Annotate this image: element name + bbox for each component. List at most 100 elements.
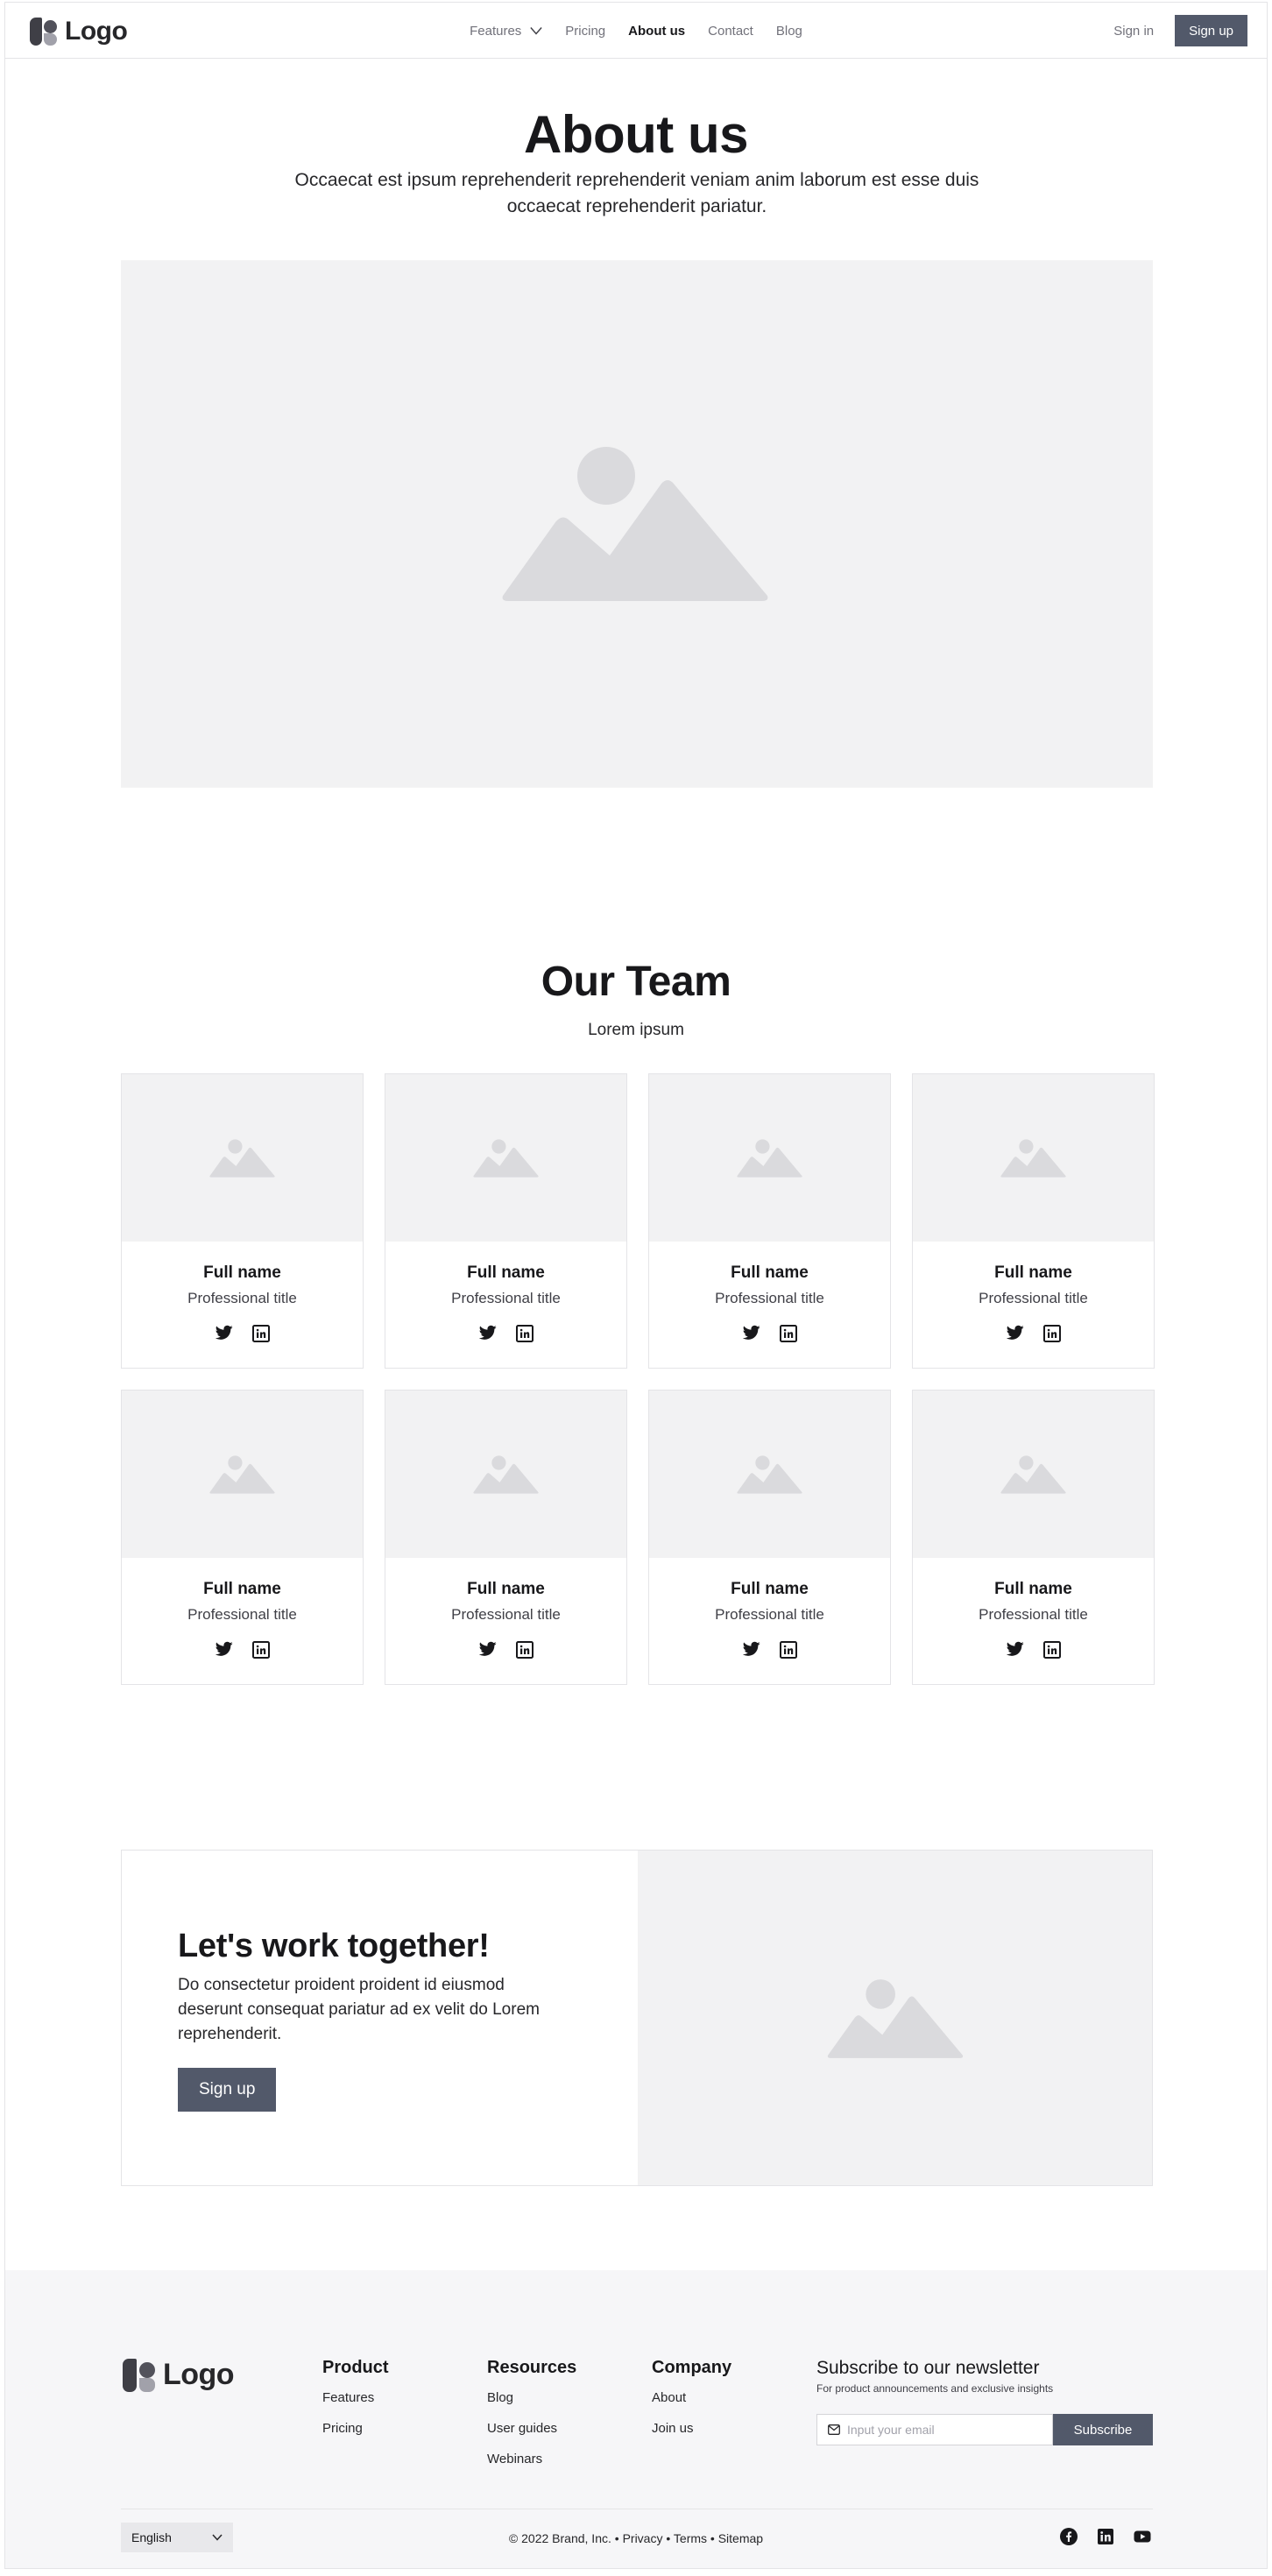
image-placeholder-icon: [1000, 1138, 1066, 1178]
linkedin-icon[interactable]: [251, 1641, 270, 1659]
team-title: Our Team: [541, 959, 731, 1005]
twitter-icon[interactable]: [742, 1325, 760, 1342]
nav-link-about-label: About us: [628, 23, 686, 39]
cta-sign-up-button[interactable]: Sign up: [178, 2068, 277, 2112]
team-member-card: Full name Professional title: [121, 1073, 364, 1369]
team-member-social-links: [649, 1641, 890, 1659]
footer-link-user-guides[interactable]: User guides: [487, 2421, 576, 2436]
hero-image: [121, 260, 1153, 788]
footer-heading: Company: [652, 2358, 732, 2377]
newsletter-form: Subscribe: [816, 2414, 1153, 2445]
linkedin-icon[interactable]: [515, 1325, 534, 1342]
team-member-photo: [385, 1074, 626, 1242]
nav-actions: Sign in Sign up: [1113, 15, 1247, 46]
separator: •: [614, 2531, 619, 2545]
image-placeholder-icon: [472, 1454, 539, 1494]
sign-in-link[interactable]: Sign in: [1113, 24, 1154, 39]
nav-link-pricing[interactable]: Pricing: [565, 24, 605, 39]
linkedin-icon[interactable]: [779, 1641, 797, 1659]
nav-link-contact[interactable]: Contact: [708, 24, 753, 39]
nav-link-about-us[interactable]: About us: [628, 24, 685, 39]
facebook-icon[interactable]: [1060, 2528, 1078, 2545]
team-member-title: Professional title: [451, 1606, 561, 1623]
footer-link-pricing[interactable]: Pricing: [322, 2421, 389, 2436]
privacy-link[interactable]: Privacy: [623, 2531, 663, 2545]
page-title: About us: [524, 105, 748, 164]
footer-logo[interactable]: Logo: [123, 2358, 235, 2392]
team-member-title: Professional title: [979, 1290, 1088, 1306]
linkedin-icon[interactable]: [515, 1641, 534, 1659]
team-member-social-links: [122, 1641, 363, 1659]
subscribe-button[interactable]: Subscribe: [1053, 2414, 1153, 2445]
twitter-icon[interactable]: [478, 1325, 497, 1342]
newsletter: Subscribe to our newsletter For product …: [816, 2358, 1153, 2445]
nav-link-blog[interactable]: Blog: [776, 24, 802, 39]
image-placeholder-icon: [1000, 1454, 1066, 1494]
twitter-icon[interactable]: [742, 1641, 760, 1659]
footer-logo-text: Logo: [163, 2358, 235, 2391]
image-placeholder-icon: [208, 1138, 275, 1178]
youtube-icon[interactable]: [1134, 2528, 1151, 2545]
image-placeholder-icon: [502, 447, 768, 601]
twitter-icon[interactable]: [1006, 1641, 1024, 1659]
chevron-down-icon: [530, 27, 542, 35]
team-member-card: Full name Professional title: [912, 1073, 1155, 1369]
nav-sign-up-button[interactable]: Sign up: [1175, 15, 1247, 46]
team-member-name: Full name: [203, 1263, 281, 1282]
linkedin-icon[interactable]: [251, 1325, 270, 1342]
team-member-photo: [122, 1074, 363, 1242]
page-subtitle: Occaecat est ipsum reprehenderit reprehe…: [294, 170, 979, 216]
nav-link-features[interactable]: Features: [470, 24, 542, 39]
team-member-title: Professional title: [187, 1290, 297, 1306]
cta-title: Let's work together!: [178, 1928, 490, 1964]
linkedin-icon[interactable]: [779, 1325, 797, 1342]
cta-body: Do consectetur proident proident id eius…: [178, 1976, 540, 2043]
nav-links: Features Pricing About us Contact Blog: [5, 3, 1267, 59]
page-frame: Logo Features Pricing About us Contact B…: [4, 2, 1268, 2569]
linkedin-icon[interactable]: [1042, 1325, 1061, 1342]
nav-link-features-label: Features: [470, 23, 522, 39]
team-member-name: Full name: [203, 1580, 281, 1598]
image-placeholder-icon: [827, 1979, 963, 2058]
cta-section: Let's work together! Do consectetur proi…: [121, 1850, 1153, 2186]
twitter-icon[interactable]: [478, 1641, 497, 1659]
copyright-text: © 2022 Brand, Inc.: [508, 2531, 611, 2545]
top-nav: Logo Features Pricing About us Contact B…: [5, 3, 1267, 59]
footer-column-product: Product Features Pricing: [322, 2358, 389, 2452]
team-member-card: Full name Professional title: [912, 1390, 1155, 1685]
image-placeholder-icon: [736, 1138, 802, 1178]
team-member-social-links: [649, 1325, 890, 1342]
email-field-wrapper: [816, 2414, 1053, 2445]
linkedin-icon[interactable]: [1042, 1641, 1061, 1659]
footer-link-join-us[interactable]: Join us: [652, 2421, 731, 2436]
team-member-title: Professional title: [187, 1606, 297, 1623]
team-member-title: Professional title: [451, 1290, 561, 1306]
footer-link-webinars[interactable]: Webinars: [487, 2452, 576, 2466]
team-member-photo: [649, 1074, 890, 1242]
footer-column-resources: Resources Blog User guides Webinars: [487, 2358, 576, 2482]
team-member-photo: [913, 1391, 1154, 1558]
team-member-card: Full name Professional title: [121, 1390, 364, 1685]
team-member-social-links: [385, 1325, 626, 1342]
linkedin-icon[interactable]: [1097, 2528, 1114, 2545]
footer-link-features[interactable]: Features: [322, 2390, 389, 2405]
team-member-social-links: [385, 1641, 626, 1659]
team-member-social-links: [913, 1325, 1154, 1342]
team-member-photo: [913, 1074, 1154, 1242]
twitter-icon[interactable]: [215, 1641, 233, 1659]
team-member-name: Full name: [994, 1263, 1072, 1282]
footer-link-about[interactable]: About: [652, 2390, 731, 2405]
team-member-card: Full name Professional title: [385, 1390, 627, 1685]
twitter-icon[interactable]: [215, 1325, 233, 1342]
footer-link-blog[interactable]: Blog: [487, 2390, 576, 2405]
team-member-social-links: [913, 1641, 1154, 1659]
sitemap-link[interactable]: Sitemap: [718, 2531, 763, 2545]
team-member-title: Professional title: [979, 1606, 1088, 1623]
team-member-name: Full name: [731, 1263, 809, 1282]
footer-column-company: Company About Join us: [652, 2358, 731, 2452]
team-member-photo: [385, 1391, 626, 1558]
terms-link[interactable]: Terms: [674, 2531, 707, 2545]
nav-link-contact-label: Contact: [708, 23, 753, 39]
email-input[interactable]: [847, 2423, 1049, 2437]
twitter-icon[interactable]: [1006, 1325, 1024, 1342]
